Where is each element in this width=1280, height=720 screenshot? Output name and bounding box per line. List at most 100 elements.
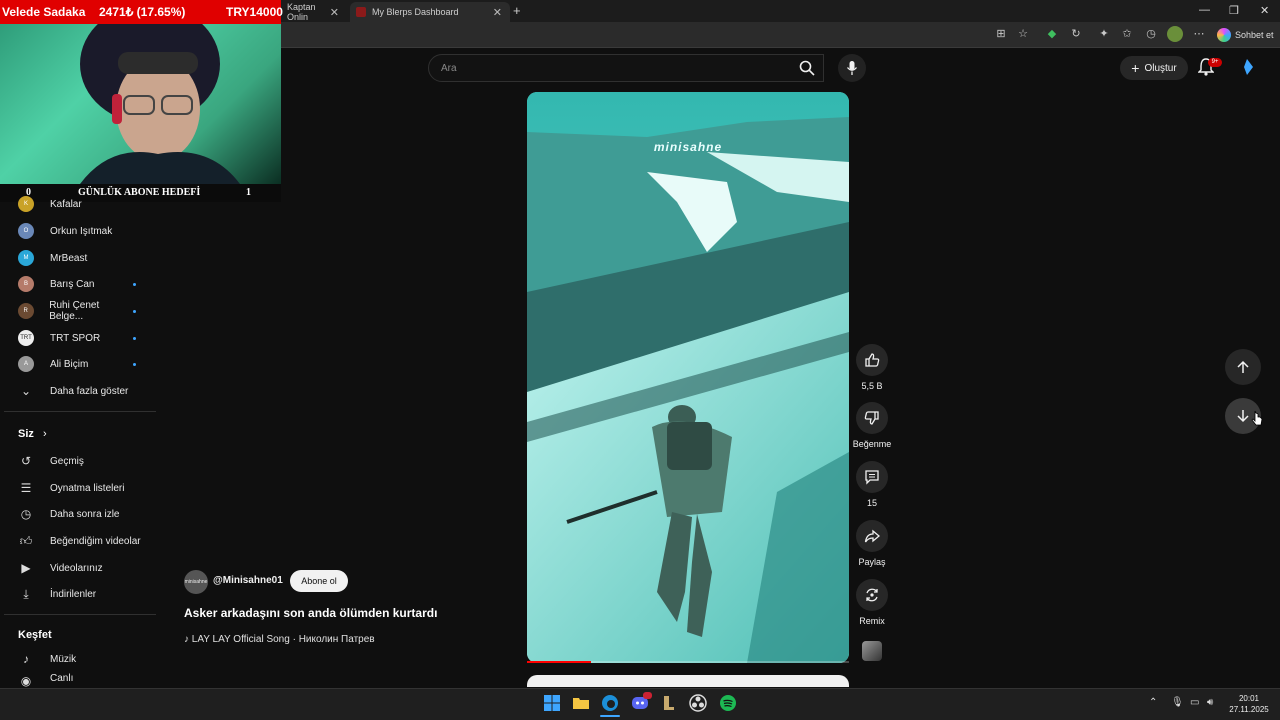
- thumbs-down-icon: [864, 411, 879, 425]
- windows-start-icon[interactable]: [543, 694, 563, 714]
- microphone-tray-icon[interactable]: 🎙︎: [1171, 697, 1184, 708]
- more-menu-icon[interactable]: ⋯: [1191, 26, 1207, 42]
- browser-tab-active[interactable]: My Blerps Dashboard ✕: [350, 2, 510, 22]
- channel-avatar[interactable]: minisahne: [184, 570, 208, 594]
- favorites-icon[interactable]: ✩: [1119, 26, 1135, 42]
- sidebar-item-baris-can[interactable]: B Barış Can: [14, 271, 154, 297]
- tray-overflow-icon[interactable]: ⌃: [1149, 697, 1157, 708]
- shield-extension-icon[interactable]: ◆: [1044, 26, 1060, 42]
- share-icon: [864, 529, 880, 543]
- history-icon[interactable]: ◷: [1143, 26, 1159, 42]
- system-clock[interactable]: 20:01 27.11.2025: [1224, 693, 1274, 715]
- voice-search-button[interactable]: [838, 54, 866, 82]
- edge-browser-icon[interactable]: [601, 694, 621, 714]
- sidebar-divider: [4, 614, 156, 615]
- channel-name[interactable]: @Minisahne01: [213, 575, 283, 586]
- file-explorer-icon[interactable]: [572, 694, 592, 714]
- sound-thumbnail[interactable]: [862, 641, 882, 661]
- sidebar-item-label: TRT SPOR: [50, 332, 101, 344]
- video-watermark: minisahne: [653, 140, 723, 154]
- song-link[interactable]: ♪ LAY LAY Official Song · Николин Патрев: [184, 634, 375, 645]
- sidebar-item-label: Canlı: [50, 673, 74, 684]
- app-available-icon[interactable]: ⊞: [993, 26, 1009, 42]
- comment-icon: [865, 470, 879, 485]
- clock-date: 27.11.2025: [1229, 705, 1269, 714]
- spotify-icon[interactable]: [719, 694, 739, 714]
- short-video-player[interactable]: minisahne: [527, 92, 849, 663]
- search-button[interactable]: [790, 54, 824, 82]
- avatar: TRT: [18, 330, 34, 346]
- sidebar-item-label: Geçmiş: [50, 455, 84, 467]
- sidebar-item-label: Orkun Işıtmak: [50, 225, 113, 237]
- remix-button[interactable]: [856, 579, 888, 611]
- sidebar-item-mrbeast[interactable]: M MrBeast: [14, 245, 154, 271]
- search-input[interactable]: Ara: [428, 54, 824, 82]
- dislike-button[interactable]: [856, 402, 888, 434]
- favorite-star-icon[interactable]: ☆: [1015, 26, 1031, 42]
- close-icon[interactable]: ✕: [330, 6, 339, 19]
- discord-badge: [643, 692, 652, 699]
- sidebar-item-watch-later[interactable]: ◷ Daha sonra izle: [14, 501, 154, 527]
- new-tab-icon[interactable]: +: [513, 3, 521, 18]
- copilot-label: Sohbet et: [1235, 30, 1274, 40]
- plus-icon: +: [1131, 60, 1140, 76]
- volume-icon[interactable]: 🔊︎: [1207, 697, 1213, 708]
- like-button[interactable]: [856, 344, 888, 376]
- sidebar-item-playlists[interactable]: ☰ Oynatma listeleri: [14, 475, 154, 501]
- browser-tab[interactable]: Kaptan Onlin ✕: [281, 2, 347, 22]
- clock-icon: ◷: [20, 507, 32, 521]
- thumbs-up-icon: 👍︎: [19, 533, 33, 548]
- history-icon: ↺: [20, 454, 32, 468]
- game-launcher-icon[interactable]: [660, 694, 680, 714]
- section-you[interactable]: Siz ›: [18, 428, 47, 440]
- notification-count-badge: 9+: [1208, 58, 1222, 67]
- restore-icon[interactable]: ❐: [1229, 4, 1239, 17]
- show-more-button[interactable]: ⌄ Daha fazla göster: [14, 378, 154, 404]
- sidebar-item-your-videos[interactable]: ▶ Videolarınız: [14, 555, 154, 581]
- refresh-extension-icon[interactable]: ↻: [1068, 26, 1084, 42]
- sidebar-item-label: Ali Biçim: [50, 358, 89, 370]
- new-content-dot: [133, 336, 136, 340]
- minimize-icon[interactable]: —: [1199, 4, 1210, 16]
- copilot-chat-button[interactable]: Sohbet et: [1213, 26, 1275, 44]
- tab-favicon-icon: [356, 7, 366, 17]
- donation-change: 2471₺ (17.65%): [99, 5, 186, 19]
- share-button[interactable]: [856, 520, 888, 552]
- sidebar-item-history[interactable]: ↺ Geçmiş: [14, 448, 154, 474]
- create-button[interactable]: + Oluştur: [1120, 56, 1188, 80]
- donor-name: Velede Sadaka: [2, 5, 86, 19]
- sidebar-item-label: İndirilenler: [50, 588, 97, 600]
- sidebar-item-live[interactable]: ◉ Canlı: [14, 673, 154, 687]
- sidebar-item-music[interactable]: ♪ Müzik: [14, 646, 154, 672]
- sidebar-item-trt-spor[interactable]: TRT TRT SPOR: [14, 325, 154, 351]
- profile-avatar[interactable]: [1167, 26, 1183, 42]
- window-close-icon[interactable]: ✕: [1260, 4, 1269, 17]
- extensions-icon[interactable]: ✦: [1096, 26, 1112, 42]
- webcam-feed: [0, 24, 281, 184]
- short-title[interactable]: Asker arkadaşını son anda ölümden kurtar…: [184, 606, 437, 620]
- stream-donation-banner: Velede Sadaka 2471₺ (17.65%) TRY14000: [0, 0, 283, 24]
- account-avatar[interactable]: [1238, 58, 1256, 76]
- sidebar-divider: [4, 411, 156, 412]
- sidebar-item-ali-bicim[interactable]: A Ali Biçim: [14, 351, 154, 377]
- sidebar-item-liked-videos[interactable]: 👍︎ Beğendiğim videolar: [14, 528, 154, 554]
- avatar: B: [18, 276, 34, 292]
- avatar: K: [18, 196, 34, 212]
- obs-icon[interactable]: [689, 694, 709, 714]
- previous-short-button[interactable]: [1225, 349, 1261, 385]
- sidebar-item-orkun[interactable]: O Orkun Işıtmak: [14, 218, 154, 244]
- tab-label: Kaptan Onlin: [287, 2, 316, 22]
- network-icon[interactable]: ▭: [1190, 697, 1199, 708]
- streamer-silhouette: [80, 24, 240, 184]
- sidebar-item-label: MrBeast: [50, 252, 88, 264]
- sidebar-item-ruhi-cenet[interactable]: R Ruhi Çenet Belge...: [14, 298, 154, 324]
- avatar: R: [17, 303, 34, 319]
- comment-count: 15: [866, 498, 877, 508]
- sidebar-item-kafalar[interactable]: K Kafalar: [14, 191, 154, 217]
- next-short-preview[interactable]: [527, 675, 849, 687]
- comments-button[interactable]: [856, 461, 888, 493]
- arrow-up-icon: [1237, 360, 1249, 373]
- subscribe-button[interactable]: Abone ol: [290, 570, 348, 592]
- close-icon[interactable]: ✕: [493, 6, 502, 19]
- sidebar-item-downloads[interactable]: ⤓ İndirilenler: [14, 581, 154, 607]
